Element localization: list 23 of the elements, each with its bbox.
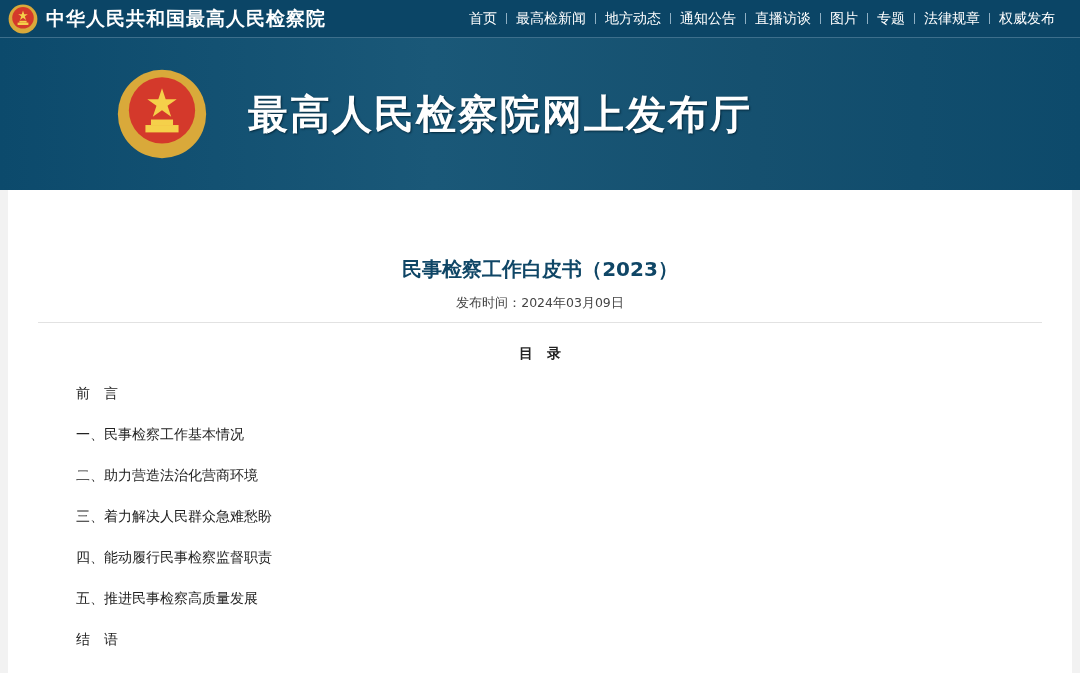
nav-link[interactable]: 首页 (469, 9, 497, 28)
emblem-icon (116, 68, 208, 160)
toc-item[interactable]: 五、推进民事检察高质量发展 (76, 589, 1042, 607)
nav-link[interactable]: 图片 (830, 9, 858, 28)
publish-date: 发布时间：2024年03月09日 (456, 295, 624, 310)
toc-item[interactable]: 前 言 (76, 384, 1042, 402)
nav-link[interactable]: 法律规章 (924, 9, 980, 28)
toc-item[interactable]: 四、能动履行民事检察监督职责 (76, 548, 1042, 566)
toc-item[interactable]: 二、助力营造法治化营商环境 (76, 466, 1042, 484)
nav-link[interactable]: 专题 (877, 9, 905, 28)
toc-item[interactable]: 三、着力解决人民群众急难愁盼 (76, 507, 1042, 525)
nav-link[interactable]: 地方动态 (605, 9, 661, 28)
nav-link[interactable]: 权威发布 (999, 9, 1055, 28)
site-name: 中华人民共和国最高人民检察院 (46, 5, 326, 31)
nav-link[interactable]: 直播访谈 (755, 9, 811, 28)
toc-heading: 目 录 (518, 345, 562, 363)
banner-title: 最高人民检察院网上发布厅 (248, 88, 752, 139)
nav-link[interactable]: 最高检新闻 (516, 9, 586, 28)
emblem-icon (8, 3, 38, 34)
article-title: 民事检察工作白皮书（2023） (401, 256, 679, 283)
toc-item[interactable]: 一、民事检察工作基本情况 (76, 425, 1042, 443)
nav-link[interactable]: 通知公告 (680, 9, 736, 28)
toc-item[interactable]: 结 语 (76, 630, 1042, 648)
